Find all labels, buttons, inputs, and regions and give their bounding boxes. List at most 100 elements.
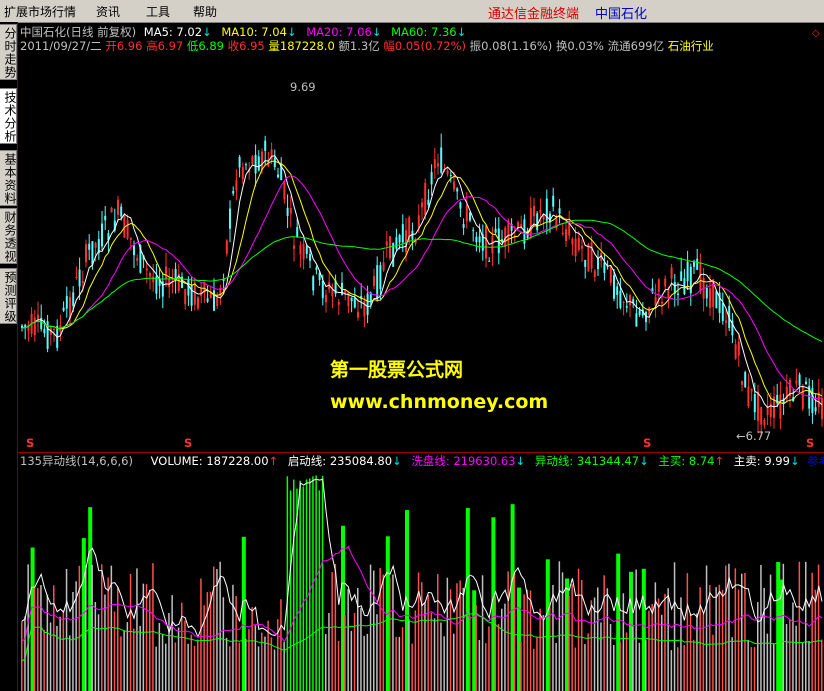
volume-bar: [424, 602, 426, 691]
volume-bar: [49, 622, 52, 691]
volume-bar: [635, 569, 637, 691]
volume-bar: [62, 610, 65, 691]
candle-body: [469, 212, 471, 221]
volume-bar: [766, 633, 769, 691]
candle-body: [117, 199, 119, 215]
candle-body: [648, 307, 651, 316]
menu-item-tools[interactable]: 工具: [146, 3, 170, 20]
close-icon[interactable]: ◇: [812, 28, 820, 39]
watermark-title: 第一股票公式网: [330, 359, 464, 381]
tab-fundamentals[interactable]: 基本资料: [0, 150, 17, 206]
volume-bar: [78, 565, 81, 691]
candle-body: [277, 174, 279, 178]
volume-bar: [174, 642, 177, 691]
volume-bar: [257, 646, 260, 691]
candle-body: [88, 243, 91, 250]
volume-bar: [334, 563, 337, 691]
candle-body: [385, 241, 388, 246]
volume-bar: [654, 582, 657, 691]
menu-item-extended-market[interactable]: 扩展市场行情: [4, 3, 76, 20]
volume-bar: [389, 577, 391, 691]
volume-bar: [478, 640, 481, 691]
candle-body: [312, 276, 315, 291]
volume-bar: [190, 634, 193, 691]
volume-bar: [187, 643, 189, 691]
volume-bar: [139, 625, 141, 691]
volume-bar: [651, 603, 653, 691]
candle-body: [693, 261, 695, 267]
volume-bar: [373, 570, 375, 691]
volume-bar: [395, 636, 397, 691]
volume-bar: [94, 602, 97, 691]
volume-bar: [568, 595, 570, 691]
xipan-arrow-icon: ↓: [515, 454, 526, 468]
volume-bar: [667, 588, 669, 691]
volume-bar: [171, 595, 173, 691]
candle-body: [232, 190, 235, 194]
candle-body: [715, 290, 718, 309]
candle-body: [216, 297, 219, 306]
kline-header-row2: 2011/09/27/二 开6.96 高6.97 低6.89 收6.95 量18…: [20, 40, 714, 53]
candle-body: [581, 245, 583, 249]
candle-body: [261, 151, 263, 171]
menu-item-news[interactable]: 资讯: [96, 3, 120, 20]
volume-bar: [805, 561, 807, 691]
tab-financials[interactable]: 财务透视: [0, 208, 17, 264]
volume-bar: [59, 616, 61, 691]
candle-body: [616, 286, 619, 295]
menu-item-help[interactable]: 帮助: [193, 3, 217, 20]
volume-bar: [577, 568, 580, 691]
volume-bar: [369, 564, 372, 691]
volume-bar: [254, 625, 257, 691]
volume-chart[interactable]: [18, 470, 824, 691]
volume-bar: [209, 591, 212, 691]
high-price: 高6.97: [146, 39, 184, 53]
volume-bar: [677, 647, 679, 691]
indicator-header: 135异动线(14,6,6,6) VOLUME: 187228.00↑ 启动线:…: [20, 455, 824, 468]
volume-bar: [469, 615, 471, 691]
candle-body: [206, 298, 209, 302]
candle-body: [760, 406, 763, 425]
volume-bar: [709, 585, 711, 691]
volume-bar: [149, 589, 151, 691]
candle-body: [200, 288, 203, 297]
candle-body: [798, 374, 801, 386]
candle-body: [587, 244, 590, 272]
candle-body: [245, 164, 247, 166]
volume-bar: [69, 635, 71, 691]
current-stock-name: 中国石化: [595, 7, 648, 22]
volume-bar: [305, 479, 308, 691]
volume-bar: [670, 650, 673, 691]
volume-bar: [411, 643, 413, 691]
volume-bar: [264, 636, 266, 691]
candle-body: [437, 163, 439, 167]
volume-bar: [206, 592, 209, 691]
volume-bar: [315, 475, 317, 691]
volume-bar: [475, 605, 477, 691]
candle-body: [421, 202, 423, 208]
volume-bar: [526, 589, 529, 691]
candle-body: [94, 242, 97, 248]
indicator-help-link[interactable]: 参考: [807, 454, 824, 468]
volume-bar: [549, 604, 551, 691]
ma5-arrow-icon: ↓: [202, 25, 212, 39]
volume-bar: [299, 480, 301, 691]
volume-bar: [113, 611, 116, 691]
volume-bar: [286, 476, 289, 691]
volume-bar: [293, 479, 295, 691]
volume-bar: [798, 561, 801, 691]
volume-bar: [757, 602, 759, 691]
candle-body: [453, 181, 455, 190]
candle-body: [456, 188, 459, 192]
volume-bar: [363, 635, 365, 691]
tab-intraday[interactable]: 分时走势: [0, 24, 17, 80]
tab-forecast-rating[interactable]: 预测评级: [0, 268, 17, 324]
candle-body: [462, 224, 465, 228]
tab-technical-analysis[interactable]: 技术分析: [0, 88, 17, 144]
volume-bar: [501, 608, 503, 691]
candle-body: [24, 324, 27, 328]
volume-bar: [481, 575, 484, 691]
volume-bar: [277, 619, 279, 691]
indicator-name[interactable]: 135异动线(14,6,6,6): [20, 454, 133, 468]
watermark-url: www.chnmoney.com: [330, 391, 549, 413]
